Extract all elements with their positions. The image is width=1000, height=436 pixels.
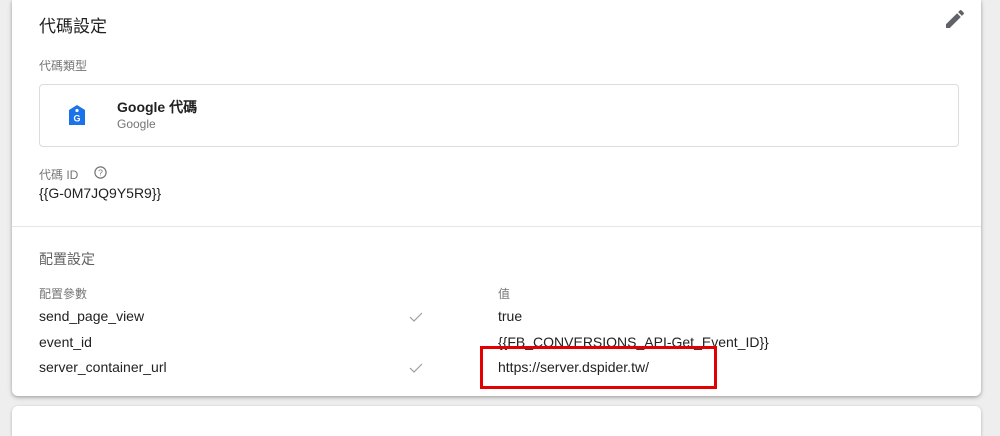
tag-config-card: 代碼設定 代碼類型 G Google 代碼 Google 代碼 ID ? {{G… [12, 0, 981, 396]
pencil-icon [946, 9, 965, 29]
tag-type-selector[interactable]: G Google 代碼 Google [39, 84, 959, 147]
config-section-title: 配置設定 [39, 251, 95, 267]
tag-type-vendor: Google [117, 117, 156, 131]
tag-id-label: 代碼 ID [39, 168, 79, 182]
value-column-header: 值 [498, 287, 511, 301]
checkmark-icon [409, 363, 423, 373]
config-row-name: send_page_view [39, 308, 145, 324]
tag-id-value: {{G-0M7JQ9Y5R9}} [39, 185, 162, 201]
param-column-header: 配置參數 [39, 287, 88, 301]
checkmark-icon [409, 312, 423, 322]
svg-text:?: ? [98, 168, 103, 178]
tag-type-name: Google 代碼 [117, 99, 198, 115]
section-divider [12, 226, 981, 227]
help-circle-icon[interactable]: ? [94, 166, 107, 179]
next-card [12, 406, 981, 436]
config-row-value: true [498, 308, 523, 324]
config-row-name: event_id [39, 334, 92, 350]
config-row-name: server_container_url [39, 359, 167, 375]
google-tag-icon: G [69, 105, 85, 125]
highlight-annotation [480, 346, 717, 389]
edit-button[interactable] [943, 7, 967, 31]
card-title: 代碼設定 [39, 17, 107, 36]
tag-type-label: 代碼類型 [39, 59, 88, 73]
svg-text:G: G [73, 114, 80, 124]
